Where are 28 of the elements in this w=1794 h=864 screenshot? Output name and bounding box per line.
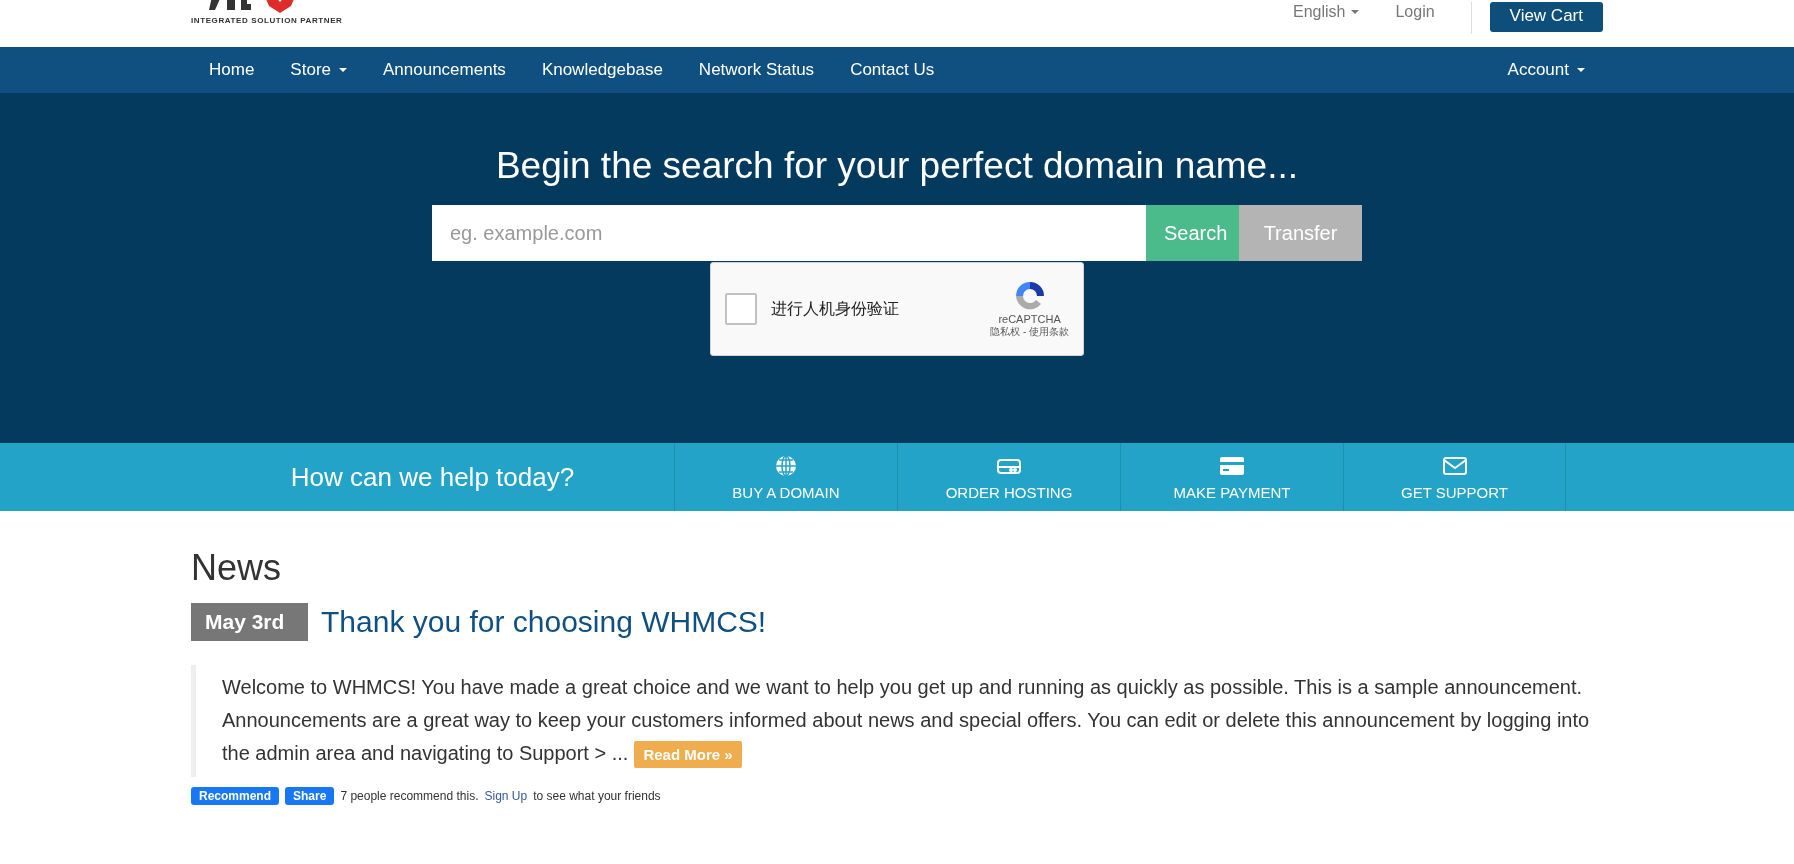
language-dropdown[interactable]: English	[1292, 2, 1360, 22]
nav-item[interactable]: Contact Us	[832, 60, 953, 80]
nav-item[interactable]: Home	[191, 60, 273, 80]
recommend-button[interactable]: Recommend	[191, 787, 280, 805]
news-body: Welcome to WHMCS! You have made a great choice and we want to help you get up and running as quickly as possible. This is a sample announcement. Announcements are a great way to keep your customers informed about news and special offers. You can edit or delete this announcement by logging into the admin area and navigating to Support > ... Read More »	[222, 671, 1603, 771]
view-cart-button[interactable]: View Cart	[1489, 2, 1603, 32]
news-heading: News	[191, 547, 283, 589]
nav-item[interactable]: Network Status	[680, 60, 833, 80]
news-title-link[interactable]: Thank you for choosing WHMCS!	[321, 605, 767, 639]
nav-item[interactable]: Announcements	[365, 60, 524, 80]
captcha-checkbox[interactable]	[725, 293, 757, 325]
login-link[interactable]: Login	[1395, 2, 1435, 22]
signup-link[interactable]: Sign Up	[484, 789, 528, 803]
recaptcha-brand: reCAPTCHA	[998, 313, 1061, 325]
account-menu[interactable]: Account	[1489, 60, 1603, 80]
logo-tagline: INTEGRATED SOLUTION PARTNER	[191, 16, 343, 25]
share-button[interactable]: Share	[285, 787, 335, 805]
recaptcha-links[interactable]: 隐私权 - 使用条款	[990, 325, 1069, 339]
domain-search-field[interactable]: eg. example.com	[432, 205, 1146, 261]
hero-title: Begin the search for your perfect domain name...	[495, 145, 1299, 187]
help-title: How can we help today?	[289, 460, 576, 494]
signup-text: to see what your friends	[533, 789, 661, 803]
captcha-label: 进行人机身份验证	[771, 298, 900, 319]
recommend-count: 7 people recommend this.	[340, 789, 479, 803]
globe-icon	[773, 453, 799, 478]
nav-item[interactable]: Knowledgebase	[523, 60, 681, 80]
nav-item[interactable]: Store	[272, 60, 365, 80]
date-badge: May 3rd	[191, 603, 308, 641]
